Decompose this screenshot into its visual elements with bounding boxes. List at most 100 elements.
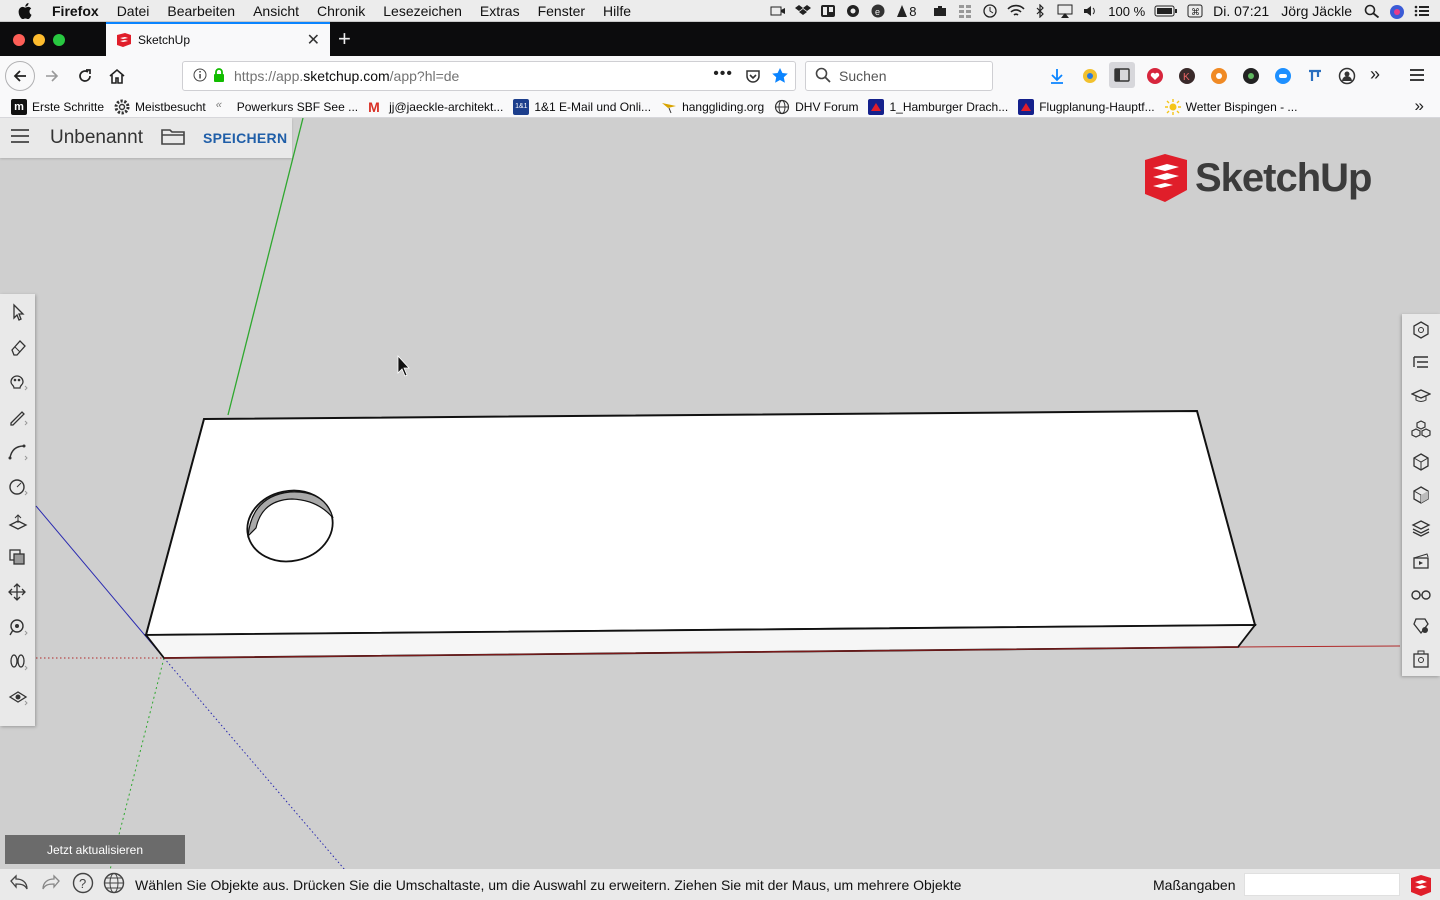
language-globe-icon[interactable] — [103, 872, 125, 897]
keyboard-icon[interactable]: ⌘ — [1187, 4, 1203, 18]
hamburger-menu-icon[interactable] — [1409, 67, 1425, 88]
gear-tray-icon[interactable] — [845, 4, 861, 18]
redo-icon[interactable] — [40, 873, 62, 896]
trello-icon[interactable] — [820, 4, 836, 18]
extension-yellow-icon[interactable] — [1081, 67, 1099, 90]
menu-datei[interactable]: Datei — [117, 3, 150, 19]
undo-icon[interactable] — [8, 873, 30, 896]
eraser-tool[interactable] — [0, 329, 35, 364]
model-viewport[interactable] — [0, 118, 1440, 900]
layers-panel-button[interactable] — [1402, 511, 1440, 544]
sketchup-status-icon[interactable] — [1409, 873, 1433, 900]
sidebar-toggle-icon[interactable] — [1109, 62, 1135, 88]
entity-info-panel-button[interactable] — [1402, 314, 1440, 347]
menu-fenster[interactable]: Fenster — [538, 3, 585, 19]
save-button[interactable]: SPEICHERN — [203, 130, 287, 146]
clock[interactable]: Di. 07:21 — [1213, 3, 1269, 19]
menu-lesezeichen[interactable]: Lesezeichen — [383, 3, 462, 19]
menu-chronik[interactable]: Chronik — [317, 3, 365, 19]
extension-orange-icon[interactable] — [1210, 67, 1228, 90]
pocket-icon[interactable] — [745, 68, 761, 87]
bookmark-1und1[interactable]: 1&1 1&1 E-Mail und Onli... — [513, 98, 651, 115]
bookmark-dhv-forum[interactable]: DHV Forum — [774, 99, 858, 115]
section-tool[interactable] — [0, 679, 35, 714]
camera-icon[interactable] — [770, 4, 786, 18]
folder-icon[interactable] — [161, 126, 185, 151]
grid-tray-icon[interactable] — [957, 4, 973, 18]
instructor-panel-button[interactable] — [1402, 380, 1440, 413]
shape-tool[interactable] — [0, 469, 35, 504]
airplay-icon[interactable] — [1057, 4, 1073, 18]
extension-heart-icon[interactable] — [1146, 67, 1164, 90]
puzzle-tray-icon[interactable] — [932, 4, 948, 18]
url-text[interactable]: https://app.sketchup.com/app?hl=de — [234, 68, 459, 84]
notification-icon[interactable]: 8 — [895, 4, 923, 19]
materials-panel-button[interactable] — [1402, 446, 1440, 479]
battery-icon[interactable] — [1154, 4, 1178, 18]
tab-close-icon[interactable]: ✕ — [307, 30, 320, 50]
volume-icon[interactable] — [1082, 4, 1098, 18]
home-button[interactable] — [108, 67, 126, 90]
lock-icon[interactable] — [213, 67, 225, 85]
menu-extras[interactable]: Extras — [480, 3, 520, 19]
bookmark-powerkurs[interactable]: « Powerkurs SBF See ... — [216, 99, 358, 115]
bookmark-hamburger-drachen[interactable]: 1_Hamburger Drach... — [868, 98, 1008, 115]
paint-bucket-tool[interactable] — [0, 364, 35, 399]
outliner-panel-button[interactable] — [1402, 347, 1440, 380]
document-title[interactable]: Unbenannt — [50, 127, 143, 149]
model-info-panel-button[interactable] — [1402, 643, 1440, 676]
orbit-tool[interactable] — [0, 644, 35, 679]
line-tool[interactable] — [0, 399, 35, 434]
styles-panel-button[interactable] — [1402, 478, 1440, 511]
update-button[interactable]: Jetzt aktualisieren — [5, 835, 185, 864]
push-pull-tool[interactable] — [0, 504, 35, 539]
window-zoom-button[interactable] — [53, 34, 65, 46]
window-close-button[interactable] — [13, 34, 25, 46]
extension-tools-icon[interactable] — [1306, 67, 1324, 90]
user-name[interactable]: Jörg Jäckle — [1281, 3, 1352, 19]
window-minimize-button[interactable] — [33, 34, 45, 46]
bookmark-meistbesucht[interactable]: Meistbesucht — [114, 99, 206, 115]
menu-ansicht[interactable]: Ansicht — [253, 3, 299, 19]
help-icon[interactable]: ? — [72, 872, 94, 897]
components-panel-button[interactable] — [1402, 413, 1440, 446]
bookmarks-overflow-icon[interactable]: » — [1415, 96, 1424, 116]
apple-icon[interactable] — [18, 0, 36, 22]
menu-app-name[interactable]: Firefox — [52, 3, 99, 19]
back-button[interactable] — [5, 61, 35, 91]
menu-hilfe[interactable]: Hilfe — [603, 3, 631, 19]
time-machine-icon[interactable] — [982, 4, 998, 18]
bookmark-star-icon[interactable] — [771, 67, 789, 88]
menu-bearbeiten[interactable]: Bearbeiten — [167, 3, 235, 19]
bookmark-hanggliding[interactable]: hanggliding.org — [661, 99, 764, 115]
extension-dark-icon[interactable] — [1242, 67, 1260, 90]
bookmark-gmail[interactable]: Mjj@jaeckle-architekt... — [368, 99, 503, 115]
measurements-input[interactable] — [1244, 873, 1400, 896]
forward-button[interactable] — [44, 68, 60, 89]
evernote-icon[interactable]: e — [870, 4, 886, 18]
extension-blue-icon[interactable] — [1274, 67, 1292, 90]
download-icon[interactable] — [1049, 68, 1065, 89]
tape-measure-tool[interactable] — [0, 609, 35, 644]
overflow-chevron-icon[interactable]: » — [1370, 64, 1380, 85]
extension-k-icon[interactable]: K — [1178, 67, 1196, 90]
dropbox-icon[interactable] — [795, 4, 812, 18]
move-tool[interactable] — [0, 574, 35, 609]
arc-tool[interactable] — [0, 434, 35, 469]
url-bar[interactable]: https://app.sketchup.com/app?hl=de ••• — [182, 61, 796, 91]
search-bar[interactable]: Suchen — [805, 61, 993, 91]
reload-button[interactable] — [77, 68, 93, 89]
siri-icon[interactable] — [1389, 4, 1405, 19]
offset-tool[interactable] — [0, 539, 35, 574]
bookmark-flugplanung[interactable]: Flugplanung-Hauptf... — [1018, 98, 1155, 115]
main-menu-icon[interactable] — [10, 128, 30, 149]
wifi-icon[interactable] — [1007, 4, 1025, 18]
spotlight-icon[interactable] — [1364, 4, 1380, 19]
tab-sketchup[interactable]: SketchUp ✕ — [106, 22, 330, 56]
notification-center-icon[interactable] — [1414, 4, 1430, 18]
info-icon[interactable] — [193, 68, 207, 85]
page-actions-icon[interactable]: ••• — [713, 65, 733, 83]
bookmark-erste-schritte[interactable]: m Erste Schritte — [11, 98, 104, 115]
new-tab-icon[interactable]: + — [338, 26, 351, 52]
bookmark-wetter[interactable]: Wetter Bispingen - ... — [1164, 98, 1297, 115]
